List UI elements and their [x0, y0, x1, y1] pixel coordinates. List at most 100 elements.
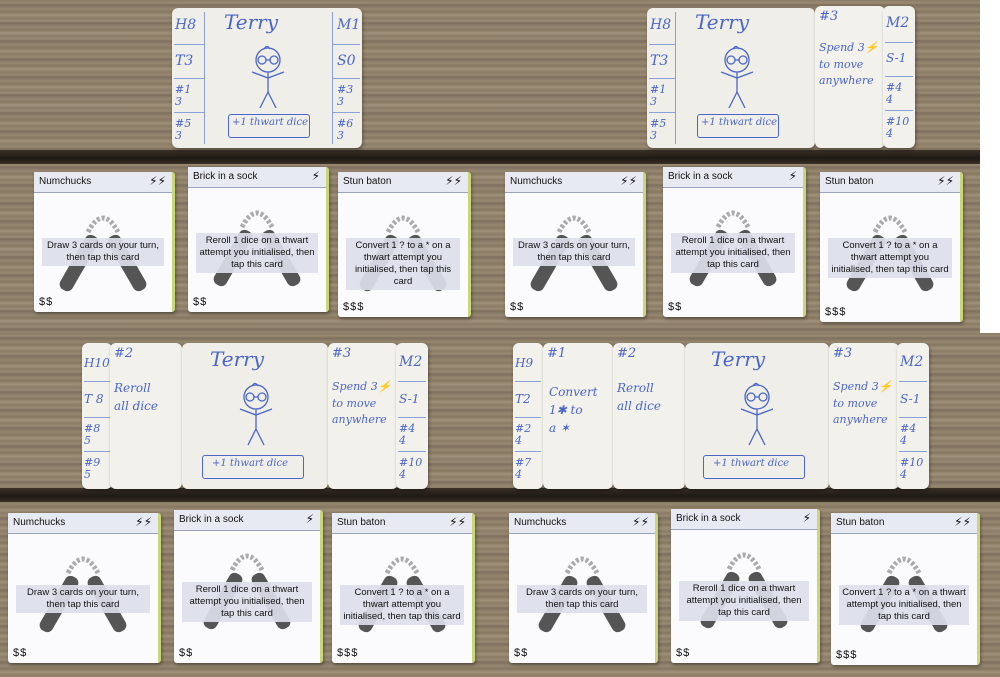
addon-card-spend: #3 Spend 3⚡ to move anywhere — [328, 343, 398, 489]
bonus-text: +1 thwart dice — [701, 117, 777, 128]
character-sheet: Terry +1 thwart dice — [182, 343, 328, 489]
card-description: Draw 3 cards on your turn, then tap this… — [16, 585, 150, 613]
addon-text: Spend 3⚡ to move anywhere — [819, 41, 879, 87]
addon-card-spend: #3 Spend 3⚡ to move anywhere — [829, 343, 899, 489]
table-gap — [0, 488, 497, 502]
stick-figure-drawing — [239, 382, 273, 446]
card-description: Reroll 1 dice on a thwart attempt you in… — [182, 582, 312, 622]
stat-slot: #9 5 — [84, 456, 101, 481]
card-cost: $$$ — [836, 649, 858, 661]
stat-slot: #4 4 — [886, 81, 903, 106]
character-name: Terry — [224, 10, 279, 34]
stat-slot: #5 3 — [650, 117, 667, 142]
stat-slot: #10 4 — [886, 115, 910, 140]
item-card-brick-in-a-sock[interactable]: Brick in a sock ⚡ Reroll 1 dice on a thw… — [663, 167, 806, 317]
addon-card-convert: #1 Convert 1✱ to a ✶ — [543, 343, 613, 489]
lightning-icon: ⚡⚡ — [620, 174, 637, 188]
item-card-numchucks[interactable]: Numchucks ⚡⚡ Draw 3 cards on your turn, … — [505, 172, 646, 317]
card-cost: $$ — [514, 647, 529, 659]
card-cost: $$$ — [337, 647, 359, 659]
addon-text: Reroll all dice — [617, 381, 661, 413]
addon-number: #3 — [332, 346, 352, 361]
card-cost: $$ — [179, 647, 194, 659]
stat-slot: #3 3 — [337, 83, 354, 108]
stat-move: M1 — [337, 17, 361, 33]
lightning-icon: ⚡ — [311, 169, 320, 183]
bonus-text: +1 thwart dice — [212, 458, 288, 469]
item-card-brick-in-a-sock[interactable]: Brick in a sock ⚡ Reroll 1 dice on a thw… — [174, 510, 323, 663]
card-name: Stun baton — [825, 176, 874, 187]
table-gap — [0, 150, 497, 164]
card-name: Brick in a sock — [676, 513, 741, 524]
stats-strip-right: M2 S-1 #4 4 #10 4 — [897, 343, 929, 489]
stat-slot: #1 3 — [650, 83, 667, 108]
stat-speed: S0 — [337, 53, 356, 69]
stat-thwart: T3 — [175, 53, 194, 69]
card-cost: $$ — [668, 301, 683, 313]
item-card-stun-baton[interactable]: Stun baton ⚡⚡ Convert 1 ? to a * on a th… — [831, 513, 980, 665]
item-card-brick-in-a-sock[interactable]: Brick in a sock ⚡ Reroll 1 dice on a thw… — [188, 167, 329, 312]
bonus-text: +1 thwart dice — [232, 117, 308, 128]
item-card-stun-baton[interactable]: Stun baton ⚡⚡ Convert 1 ? to a * on a th… — [332, 513, 475, 663]
item-card-numchucks[interactable]: Numchucks ⚡⚡ Draw 3 cards on your turn, … — [509, 513, 658, 663]
table-gap — [497, 488, 1000, 502]
card-description: Convert 1 ? to a * on a thwart attempt y… — [340, 585, 464, 625]
stat-slot: #10 4 — [399, 456, 423, 481]
card-description: Convert 1 ? to a * on a thwart attempt y… — [839, 585, 969, 625]
addon-card-reroll: #2 Reroll all dice — [110, 343, 182, 489]
card-description: Convert 1 ? to a * on a thwart attempt y… — [346, 238, 460, 290]
item-card-stun-baton[interactable]: Stun baton ⚡⚡ Convert 1 ? to a * on a th… — [338, 172, 471, 317]
card-cost: $$$ — [825, 306, 847, 318]
stat-speed: S-1 — [399, 392, 420, 406]
character-sheet: Terry +1 thwart dice — [685, 343, 829, 489]
item-card-numchucks[interactable]: Numchucks ⚡⚡ Draw 3 cards on your turn, … — [8, 513, 161, 663]
card-cost: $$ — [193, 296, 208, 308]
stat-thwart: T3 — [650, 53, 669, 69]
lightning-icon: ⚡⚡ — [449, 515, 466, 529]
card-cost: $$ — [510, 301, 525, 313]
item-card-stun-baton[interactable]: Stun baton ⚡⚡ Convert 1 ? to a * on a th… — [820, 172, 963, 322]
card-name: Stun baton — [337, 517, 386, 528]
stat-health: H8 — [650, 17, 672, 33]
lightning-icon: ⚡ — [305, 512, 314, 526]
item-card-numchucks[interactable]: Numchucks ⚡⚡ Draw 3 cards on your turn, … — [34, 172, 175, 312]
bonus-text: +1 thwart dice — [713, 458, 789, 469]
addon-number: #1 — [547, 346, 567, 361]
lightning-icon: ⚡ — [802, 511, 811, 525]
card-cost: $$ — [676, 647, 691, 659]
photo-panel-1: H8 T3 #1 3 #5 3 M1 S0 #3 3 #6 3 Terry +1… — [0, 0, 497, 333]
card-description: Reroll 1 dice on a thwart attempt you in… — [196, 233, 318, 273]
card-description: Draw 3 cards on your turn, then tap this… — [513, 238, 635, 266]
lightning-icon: ⚡⚡ — [135, 515, 152, 529]
photo-panel-2: H8 T3 #1 3 #5 3 Terry +1 thwart dice #3 … — [497, 0, 980, 333]
photo-panel-4: H9 T2 #2 4 #7 4 #1 Convert 1✱ to a ✶ #2 … — [497, 333, 1000, 677]
stat-health: H10 — [84, 356, 110, 370]
stats-strip-right: M2 S-1 #4 4 #10 4 — [396, 343, 428, 489]
stat-slot: #4 4 — [900, 422, 917, 447]
stat-move: M2 — [900, 354, 924, 370]
stick-figure-drawing — [720, 45, 754, 109]
card-cost: $$$ — [343, 301, 365, 313]
addon-number: #3 — [819, 9, 839, 24]
card-cost: $$ — [13, 647, 28, 659]
stat-slot: #8 5 — [84, 422, 101, 447]
character-name: Terry — [695, 10, 750, 34]
character-sheet: H8 T3 #1 3 #5 3 Terry +1 thwart dice — [647, 8, 815, 148]
card-description: Reroll 1 dice on a thwart attempt you in… — [671, 233, 795, 273]
stat-slot: #5 3 — [175, 117, 192, 142]
character-name: Terry — [210, 347, 265, 371]
stat-slot: #2 4 — [515, 422, 532, 447]
lightning-icon: ⚡⚡ — [149, 174, 166, 188]
card-description: Draw 3 cards on your turn, then tap this… — [517, 585, 647, 613]
addon-text: Spend 3⚡ to move anywhere — [833, 380, 893, 426]
table-gap — [497, 150, 980, 164]
card-cost: $$ — [39, 296, 54, 308]
addon-number: #2 — [114, 346, 134, 361]
stat-thwart: T2 — [515, 392, 531, 406]
addon-number: #2 — [617, 346, 637, 361]
stat-slot: #1 3 — [175, 83, 192, 108]
addon-card-reroll: #2 Reroll all dice — [613, 343, 685, 489]
addon-text: Spend 3⚡ to move anywhere — [332, 380, 392, 426]
card-name: Numchucks — [514, 517, 567, 528]
item-card-brick-in-a-sock[interactable]: Brick in a sock ⚡ Reroll 1 dice on a thw… — [671, 509, 820, 663]
